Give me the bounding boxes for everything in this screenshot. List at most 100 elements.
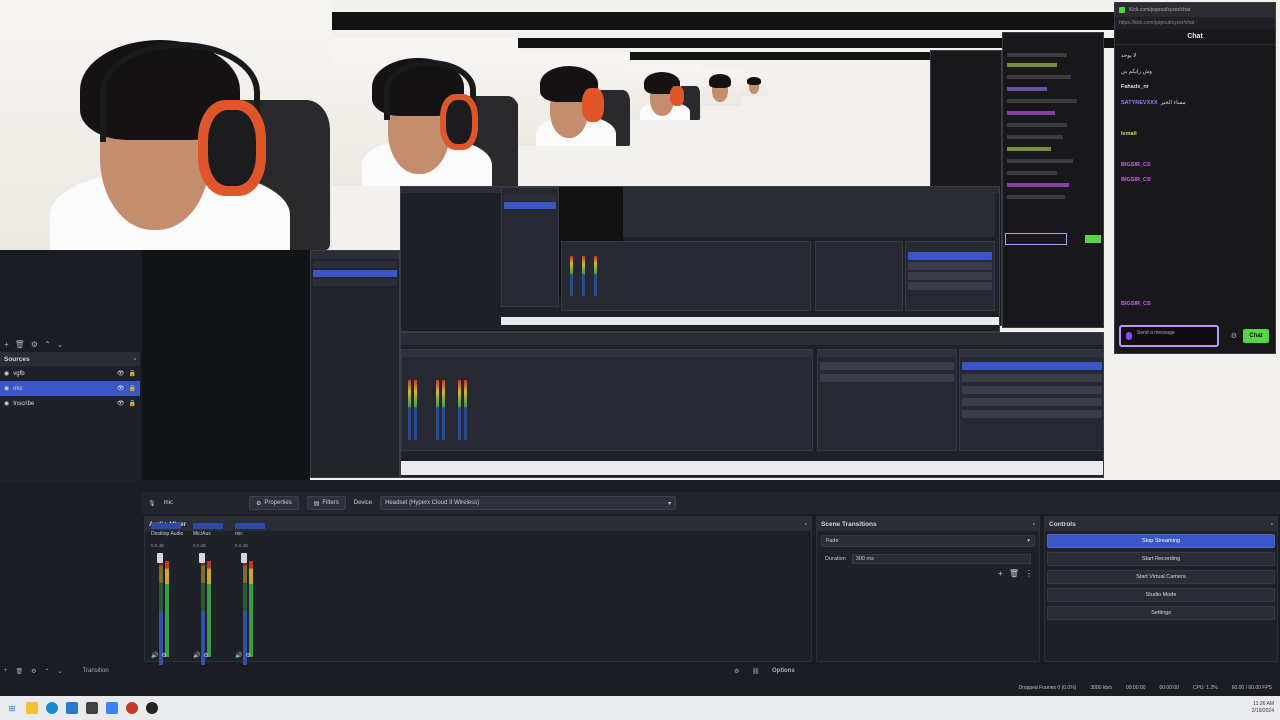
volume-meter (159, 557, 163, 665)
dock-float-icon[interactable]: ▫ (134, 356, 136, 363)
filter-icon: ▤ (313, 500, 320, 507)
system-clock[interactable]: 11:26 AM 2/19/2024 (1252, 701, 1274, 715)
transition-label: Transition (82, 668, 109, 674)
stop-streaming-button[interactable]: Stop Streaming (1047, 534, 1275, 548)
settings-icon[interactable]: ⚙ (31, 668, 36, 675)
properties-button[interactable]: ⚙ Properties (248, 496, 299, 510)
chat-address-bar[interactable]: https://kick.com/popout/xyzer/chat (1115, 17, 1275, 29)
chat-settings-icon[interactable]: ⚙ (1231, 332, 1237, 340)
speaker-icon[interactable]: 🔊 (193, 652, 200, 659)
store-icon[interactable] (86, 702, 98, 714)
options-button[interactable]: Options (772, 668, 795, 674)
nested-obs-window-3 (310, 250, 400, 478)
more-icon[interactable]: ⋮ (1025, 569, 1033, 578)
chat-username[interactable]: BIGSIR_CS (1121, 301, 1151, 307)
chat-input[interactable]: Send a message (1119, 325, 1219, 347)
duration-spinbox[interactable]: 300 ms (851, 554, 1031, 564)
settings-button[interactable]: Settings (1047, 606, 1275, 620)
rec-time: 00:00:00 (1159, 685, 1179, 691)
file-explorer-icon[interactable] (26, 702, 38, 714)
app-icon[interactable] (126, 702, 138, 714)
volume-fader[interactable] (157, 553, 163, 563)
edge-icon[interactable] (46, 702, 58, 714)
add-icon[interactable]: + (4, 340, 9, 349)
add-transition-icon[interactable]: + (998, 569, 1003, 578)
add-icon[interactable]: + (4, 668, 8, 674)
gear-icon[interactable]: ⚙ (245, 652, 250, 659)
kick-chat-window[interactable]: Kick.com/popout/xyzer/chat https://kick.… (1114, 2, 1276, 354)
channel-name: mic (235, 531, 243, 537)
properties-label: Properties (264, 500, 292, 506)
volume-meter (165, 561, 169, 657)
volume-fader[interactable] (199, 553, 205, 563)
chat-username[interactable]: Ismail (1121, 131, 1137, 137)
chat-message (1121, 266, 1269, 282)
chat-message: وش رايكم بي (1121, 65, 1269, 81)
lock-icon[interactable]: 🔒 (129, 370, 136, 377)
visibility-eye-icon[interactable]: 👁 (117, 400, 125, 407)
visibility-eye-icon[interactable]: 👁 (117, 370, 125, 377)
emote-icon[interactable] (1126, 332, 1132, 340)
controls-title: Controls (1049, 520, 1076, 528)
mixer-link-icon[interactable]: ⛓ (752, 668, 760, 675)
start-recording-button[interactable]: Start Recording (1047, 552, 1275, 566)
chevron-down-icon: ▾ (668, 500, 672, 507)
device-select[interactable]: Headset (Hyperx Cloud II Wireless) ▾ (380, 496, 677, 510)
source-item[interactable]: ◉ vgfb 👁 🔒 (0, 366, 140, 381)
chat-title: Chat (1115, 29, 1275, 45)
chat-message (1121, 189, 1269, 205)
obs-icon[interactable] (146, 702, 158, 714)
move-down-icon[interactable]: ⌄ (58, 668, 63, 675)
status-bar: Dropped Frames 0 (0.0%) 3000 kb/s 00:00:… (0, 682, 1280, 694)
channel-header (193, 523, 223, 529)
chat-text: وش رايكم بي (1121, 68, 1152, 75)
move-up-icon[interactable]: ⌃ (45, 668, 50, 675)
chat-titlebar[interactable]: Kick.com/popout/xyzer/chat (1115, 3, 1275, 17)
dock-float-icon[interactable]: ▫ (1033, 521, 1035, 528)
settings-icon[interactable]: ⚙ (31, 340, 38, 349)
visibility-eye-icon[interactable]: 👁 (117, 385, 125, 392)
chat-username[interactable]: BIGSIR_CS (1121, 177, 1151, 183)
chat-username[interactable]: SATYREVXXX (1121, 100, 1158, 106)
capture-border (332, 12, 1114, 30)
dock-float-icon[interactable]: ▫ (1271, 521, 1273, 528)
channel-header (235, 523, 265, 529)
obs-preview[interactable] (0, 0, 1280, 480)
transition-select[interactable]: Fade ▾ (821, 535, 1035, 547)
remove-icon[interactable]: 🗑 (16, 668, 24, 675)
gear-icon[interactable]: ⚙ (161, 652, 166, 659)
sources-title: Sources (4, 355, 30, 363)
volume-meter (201, 557, 205, 665)
mail-icon[interactable] (106, 702, 118, 714)
duration-label: Duration (825, 556, 846, 562)
chat-send-button[interactable]: Chat (1243, 329, 1269, 343)
chat-username[interactable]: BIGSIR_CS (1121, 162, 1151, 168)
studio-mode-button[interactable]: Studio Mode (1047, 588, 1275, 602)
move-down-icon[interactable]: ⌄ (57, 340, 64, 349)
windows-start-icon[interactable]: ⊞ (6, 702, 18, 714)
source-item[interactable]: ◉ Inscribe 👁 🔒 (0, 396, 140, 411)
remove-transition-icon[interactable]: 🗑 (1009, 569, 1019, 578)
chat-username[interactable]: Fahadx_nr (1121, 84, 1149, 90)
source-item[interactable]: ◉ mic 👁 🔒 (0, 381, 140, 396)
sources-dock: Sources ▫ ◉ vgfb 👁 🔒 ◉ mic 👁 🔒 ◉ Inscribe 👁 🔒 (0, 352, 140, 482)
start-virtual-camera-button[interactable]: Start Virtual Camera (1047, 570, 1275, 584)
filters-button[interactable]: ▤ Filters (306, 496, 346, 510)
lock-icon[interactable]: 🔒 (129, 385, 136, 392)
dock-float-icon[interactable]: ▫ (805, 521, 807, 528)
mixer-settings-icon[interactable]: ⚙ (734, 668, 739, 675)
volume-fader[interactable] (241, 553, 247, 563)
chat-message: BIGSIR_CS (1121, 158, 1269, 174)
speaker-icon[interactable]: 🔊 (151, 652, 158, 659)
chrome-icon[interactable] (66, 702, 78, 714)
lock-icon[interactable]: 🔒 (129, 400, 136, 407)
kick-logo-icon (1119, 7, 1125, 13)
source-toolbar: 🎙 mic ⚙ Properties ▤ Filters Device Headse… (142, 492, 1280, 514)
remove-icon[interactable]: 🗑 (15, 340, 25, 349)
channel-header (151, 523, 181, 529)
move-up-icon[interactable]: ⌃ (44, 340, 51, 349)
gear-icon[interactable]: ⚙ (203, 652, 208, 659)
speaker-icon[interactable]: 🔊 (235, 652, 242, 659)
chat-message: لا يوجد (1121, 49, 1269, 65)
device-label: Device (353, 500, 373, 506)
